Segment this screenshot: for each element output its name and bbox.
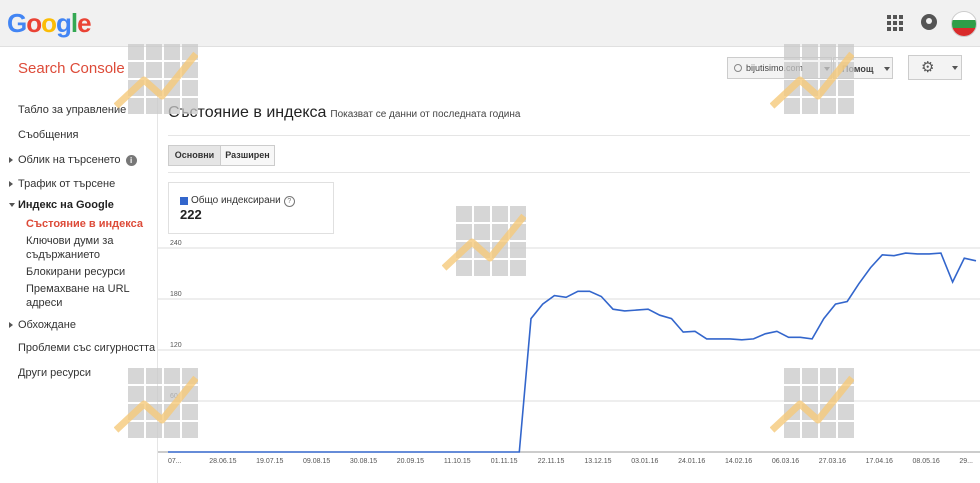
chevron-right-icon — [9, 181, 13, 187]
x-tick-label: 29... — [959, 458, 973, 465]
google-logo[interactable]: Google — [7, 8, 92, 38]
index-status-chart[interactable]: 6012018024007...28.06.1519.07.1509.08.15… — [158, 236, 980, 466]
sidebar-item-index-status[interactable]: Състояние в индекса — [26, 217, 143, 231]
chevron-right-icon — [9, 322, 13, 328]
sidebar-item-label: Облик на търсенето — [18, 154, 121, 166]
chevron-down-icon — [952, 66, 958, 70]
x-tick-label: 09.08.15 — [303, 458, 330, 465]
divider — [168, 172, 970, 173]
bell-icon[interactable] — [921, 14, 937, 30]
tab-advanced[interactable]: Разширен — [220, 145, 275, 166]
top-bar: Google — [0, 0, 980, 47]
tab-basic[interactable]: Основни — [168, 145, 221, 166]
avatar-stripe — [952, 28, 976, 36]
y-tick-label: 240 — [170, 240, 182, 247]
settings-button[interactable]: ⚙ — [908, 55, 962, 80]
globe-icon — [734, 64, 742, 72]
avatar-stripe — [952, 20, 976, 28]
watermark-chart-icon — [114, 368, 198, 438]
x-tick-label: 22.11.15 — [538, 458, 565, 465]
watermark-chart-icon — [442, 206, 526, 276]
legend-label-text: Общо индексирани — [191, 195, 281, 206]
legend-label: Общо индексирани? — [191, 195, 295, 207]
series-line — [168, 252, 977, 453]
watermark-chart-icon — [114, 44, 198, 114]
watermark-chart-icon — [770, 368, 854, 438]
x-tick-label: 08.05.16 — [912, 458, 939, 465]
sidebar-item-label: Трафик от търсене — [18, 178, 116, 190]
total-indexed-legend[interactable]: Общо индексирани? 222 — [168, 182, 334, 234]
page-title: Състояние в индекса Показват се данни от … — [168, 104, 520, 122]
logo-letter: G — [7, 8, 27, 38]
sidebar-item-content-keywords[interactable]: Ключови думи за съдържанието — [26, 234, 146, 262]
x-tick-label: 14.02.16 — [725, 458, 752, 465]
x-tick-label: 24.01.16 — [678, 458, 705, 465]
sidebar-item-google-index[interactable]: Индекс на Google — [9, 198, 114, 212]
logo-letter: o — [26, 8, 42, 38]
x-tick-label: 17.04.16 — [866, 458, 893, 465]
x-tick-label: 13.12.15 — [584, 458, 611, 465]
sidebar-item-dashboard[interactable]: Табло за управление — [18, 103, 126, 117]
sidebar-item-messages[interactable]: Съобщения — [18, 128, 78, 142]
watermark-chart-icon — [770, 44, 854, 114]
chevron-right-icon — [9, 157, 13, 163]
sidebar-item-security-issues[interactable]: Проблеми със сигурността — [18, 341, 155, 355]
x-tick-label: 20.09.15 — [397, 458, 424, 465]
avatar-stripe — [952, 12, 976, 20]
logo-letter: g — [56, 8, 72, 38]
info-icon[interactable]: i — [125, 154, 137, 166]
x-tick-label: 06.03.16 — [772, 458, 799, 465]
avatar[interactable] — [951, 11, 977, 37]
logo-letter: o — [41, 8, 57, 38]
x-tick-label: 07... — [168, 458, 182, 465]
x-tick-label: 19.07.15 — [256, 458, 283, 465]
sidebar-item-search-traffic[interactable]: Трафик от търсене — [9, 177, 116, 191]
product-title[interactable]: Search Console — [18, 60, 125, 77]
series-color-swatch — [180, 197, 188, 205]
x-tick-label: 03.01.16 — [631, 458, 658, 465]
x-tick-label: 01.11.15 — [491, 458, 518, 465]
x-tick-label: 11.10.15 — [444, 458, 471, 465]
chevron-down-icon — [884, 67, 890, 71]
help-icon[interactable]: ? — [283, 196, 295, 207]
chevron-down-icon — [9, 203, 15, 210]
x-tick-label: 30.08.15 — [350, 458, 377, 465]
x-tick-label: 27.03.16 — [819, 458, 846, 465]
y-tick-label: 120 — [170, 342, 182, 349]
total-indexed-value: 222 — [180, 207, 202, 222]
sidebar-item-crawl[interactable]: Обхождане — [9, 318, 76, 332]
page-subtitle: Показват се данни от последната година — [330, 109, 521, 120]
gear-icon: ⚙ — [921, 59, 935, 76]
sidebar-item-label: Индекс на Google — [18, 199, 114, 211]
sidebar-item-search-appearance[interactable]: Облик на търсенето i — [9, 153, 137, 167]
sidebar-item-other-resources[interactable]: Други ресурси — [18, 366, 91, 380]
logo-letter: e — [77, 8, 92, 38]
apps-grid-icon[interactable] — [887, 15, 903, 31]
sidebar-item-label: Обхождане — [18, 319, 76, 331]
sidebar-item-remove-urls[interactable]: Премахване на URL адреси — [26, 282, 136, 310]
y-tick-label: 180 — [170, 291, 182, 298]
divider — [168, 135, 970, 136]
sidebar-item-blocked-resources[interactable]: Блокирани ресурси — [26, 265, 125, 279]
x-tick-label: 28.06.15 — [209, 458, 236, 465]
